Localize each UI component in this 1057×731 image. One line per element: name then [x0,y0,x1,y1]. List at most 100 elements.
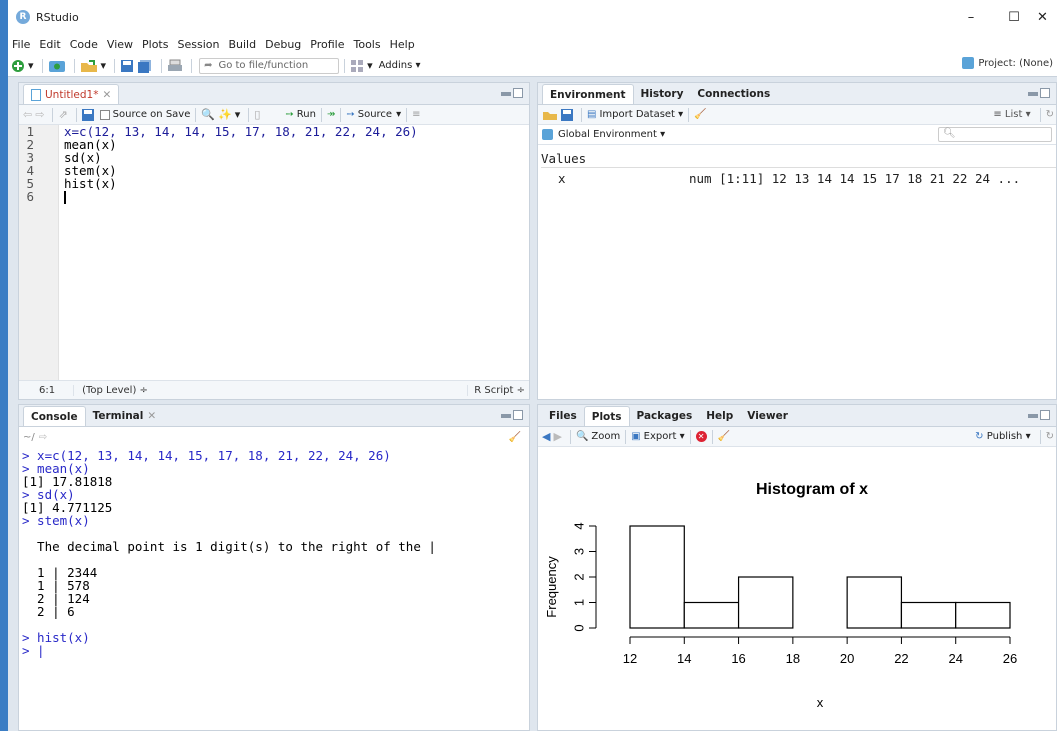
source-dropdown-icon[interactable]: ▾ [396,109,401,120]
export-menu[interactable]: Export ▾ [644,431,685,442]
close-tab-icon[interactable]: ✕ [147,410,156,422]
refresh-icon[interactable]: ↻ [1046,109,1054,120]
menu-session[interactable]: Session [177,38,219,51]
tab-connections[interactable]: Connections [690,84,777,104]
menu-profile[interactable]: Profile [310,38,344,51]
magic-wand-icon[interactable]: ✨ [218,107,232,123]
menu-file[interactable]: File [12,38,30,51]
tab-console[interactable]: Console [23,406,86,426]
broom-icon[interactable]: 🧹 [694,109,706,120]
menu-view[interactable]: View [107,38,133,51]
rerun-icon[interactable]: ↠ [327,109,335,120]
back-arrow-icon[interactable]: ⇦ [23,107,32,123]
environment-icon [542,129,553,140]
forward-arrow-icon[interactable]: ⇨ [35,107,44,123]
dropdown-arrow-icon[interactable]: ▾ [101,58,107,74]
show-in-window-icon[interactable]: ⇗ [58,107,67,123]
dropdown-arrow-icon[interactable]: ▾ [28,58,34,74]
addins-menu[interactable]: Addins ▾ [379,60,421,71]
scope-selector[interactable]: (Top Level) ÷ [73,384,148,396]
console-output[interactable]: > x=c(12, 13, 14, 14, 15, 17, 18, 21, 22… [22,449,526,657]
project-menu[interactable]: Project: (None) [962,57,1053,69]
env-variable-row[interactable]: x num [1:11] 12 13 14 14 15 17 18 21 22 … [538,169,1056,187]
code-line[interactable]: hist(x) [64,177,529,190]
console-prompt[interactable]: > | [22,644,526,657]
maximize-pane-icon[interactable] [513,88,523,98]
console-tabbar: Console Terminal ✕ [19,405,529,427]
code-line[interactable]: stem(x) [64,164,529,177]
clear-console-icon[interactable]: 🧹 [509,432,521,443]
menu-debug[interactable]: Debug [265,38,301,51]
menu-code[interactable]: Code [70,38,98,51]
zoom-icon: 🔍 [575,431,589,442]
import-dataset-button[interactable]: Import Dataset ▾ [599,109,683,120]
minimize-pane-icon[interactable] [1028,414,1038,418]
save-icon[interactable] [120,58,134,74]
global-environment-menu[interactable]: Global Environment ▾ [558,129,665,140]
list-view-menu[interactable]: ≡ List ▾ [993,109,1030,120]
minimize-pane-icon[interactable] [501,414,511,418]
save-icon[interactable] [81,107,94,123]
menu-tools[interactable]: Tools [353,38,380,51]
code-line[interactable]: mean(x) [64,138,529,151]
load-workspace-icon[interactable] [542,107,558,123]
next-plot-icon[interactable]: ▶ [553,429,561,445]
file-type-selector[interactable]: R Script ÷ [467,384,525,396]
close-button[interactable]: ✕ [1028,0,1057,34]
dropdown-arrow-icon[interactable]: ▾ [235,107,241,123]
previous-plot-icon[interactable]: ◀ [542,429,550,445]
code-line[interactable]: x=c(12, 13, 14, 14, 15, 17, 18, 21, 22, … [64,125,529,138]
maximize-pane-icon[interactable] [1040,88,1050,98]
source-on-save-checkbox[interactable] [99,109,110,120]
maximize-pane-icon[interactable] [513,410,523,420]
compile-report-icon[interactable]: ▯ [254,107,260,123]
x-tick-label: 16 [731,651,745,666]
code-line[interactable] [64,190,529,204]
menu-build[interactable]: Build [228,38,256,51]
dropdown-arrow-icon[interactable]: ▾ [367,58,373,74]
maximize-pane-icon[interactable] [1040,410,1050,420]
tab-untitled1[interactable]: Untitled1* ✕ [23,84,120,104]
x-tick-label: 12 [623,651,637,666]
grid-layout-icon[interactable] [350,58,364,74]
broom-icon[interactable]: 🧹 [718,431,730,442]
minimize-pane-icon[interactable] [1028,92,1038,96]
tab-terminal[interactable]: Terminal ✕ [86,406,164,426]
zoom-button[interactable]: Zoom [591,431,620,442]
tab-plots[interactable]: Plots [583,406,630,426]
rstudio-logo-icon: R [16,10,30,24]
tab-packages[interactable]: Packages [630,406,700,426]
menu-edit[interactable]: Edit [39,38,60,51]
source-button[interactable]: Source [358,109,392,120]
outline-icon[interactable]: ≡ [412,109,420,120]
go-to-file-input[interactable]: ➦ Go to file/function [199,57,340,74]
environment-search-input[interactable]: 🔍︎ [938,127,1052,142]
save-workspace-icon[interactable] [561,107,573,123]
tab-environment[interactable]: Environment [542,84,634,104]
tab-history[interactable]: History [634,84,691,104]
x-tick-label: 22 [894,651,908,666]
go-to-directory-icon[interactable]: ⇨ [39,432,47,443]
open-file-icon[interactable] [80,58,98,74]
source-arrow-icon: ➙ [346,109,355,120]
close-tab-icon[interactable]: ✕ [102,89,111,101]
console-line: [1] 17.81818 [22,474,113,489]
menu-plots[interactable]: Plots [142,38,168,51]
remove-plot-icon[interactable]: ✕ [695,431,707,442]
minimize-button[interactable]: – [948,0,994,34]
code-line[interactable]: sd(x) [64,151,529,164]
code-area[interactable]: x=c(12, 13, 14, 14, 15, 17, 18, 21, 22, … [64,125,529,204]
search-icon[interactable]: 🔍 [201,107,215,123]
tab-help[interactable]: Help [699,406,740,426]
save-all-icon[interactable] [137,58,153,74]
publish-menu[interactable]: ↻ Publish ▾ [975,431,1030,442]
new-project-icon[interactable] [48,58,66,74]
tab-files[interactable]: Files [542,406,584,426]
tab-viewer[interactable]: Viewer [740,406,795,426]
print-icon[interactable] [167,58,183,74]
run-button[interactable]: Run [297,109,316,120]
minimize-pane-icon[interactable] [501,92,511,96]
new-file-icon[interactable] [11,58,25,74]
refresh-icon[interactable]: ↻ [1046,431,1054,442]
menu-help[interactable]: Help [390,38,415,51]
